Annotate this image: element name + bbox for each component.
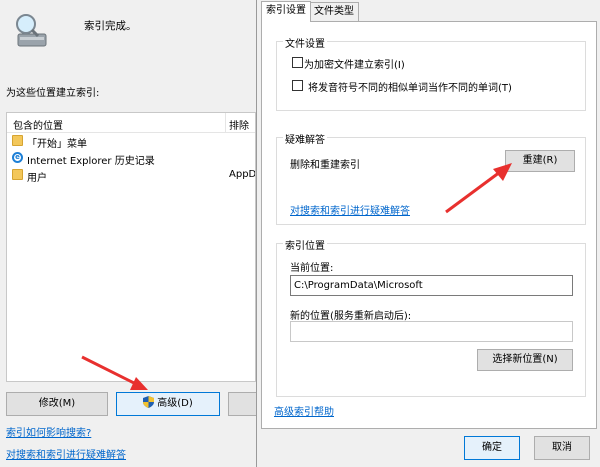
column-exclude-header[interactable]: 排除: [229, 117, 249, 132]
column-included-header[interactable]: 包含的位置: [13, 117, 63, 132]
index-location-title: 索引位置: [283, 237, 327, 252]
diacritics-checkbox-label[interactable]: 将发音符号不同的相似单词当作不同的单词(T): [308, 79, 512, 94]
select-new-location-button[interactable]: 选择新位置(N): [477, 349, 573, 371]
index-settings-panel: 文件设置 为加密文件建立索引(I) 将发音符号不同的相似单词当作不同的单词(T)…: [261, 21, 597, 429]
list-item-name: 用户: [27, 173, 47, 184]
tab-file-types[interactable]: 文件类型: [309, 2, 359, 21]
current-location-field[interactable]: C:\ProgramData\Microsoft: [290, 275, 573, 296]
column-separator[interactable]: [225, 113, 226, 133]
indexing-status-icon: [10, 10, 50, 50]
encrypt-checkbox[interactable]: [292, 57, 303, 68]
new-location-field[interactable]: [290, 321, 573, 342]
list-item-exclude: AppD: [229, 169, 256, 180]
list-item-name: 「开始」菜单: [27, 139, 87, 150]
cancel-button[interactable]: 取消: [534, 436, 590, 460]
uac-shield-icon: [143, 396, 155, 408]
list-item[interactable]: e Internet Explorer 历史记录: [7, 150, 255, 167]
file-settings-group: 文件设置 为加密文件建立索引(I) 将发音符号不同的相似单词当作不同的单词(T): [276, 35, 586, 111]
locations-label: 为这些位置建立索引:: [6, 88, 100, 99]
troubleshooting-title: 疑难解答: [283, 131, 327, 146]
indexing-options-window: 索引完成。 为这些位置建立索引: 包含的位置 排除 「开始」菜单 e Inter…: [0, 0, 268, 467]
internet-explorer-icon: e: [12, 152, 23, 163]
advanced-button[interactable]: 高级(D): [116, 392, 220, 416]
new-location-label: 新的位置(服务重新启动后):: [290, 311, 412, 322]
how-index-affects-search-link[interactable]: 索引如何影响搜索?: [6, 424, 91, 439]
troubleshoot-link[interactable]: 对搜索和索引进行疑难解答: [290, 202, 410, 217]
index-location-group: 索引位置 当前位置: C:\ProgramData\Microsoft 新的位置…: [276, 237, 586, 397]
list-item[interactable]: 「开始」菜单: [7, 133, 255, 150]
modify-button[interactable]: 修改(M): [6, 392, 108, 416]
file-settings-title: 文件设置: [283, 35, 327, 50]
list-item[interactable]: 用户 AppD: [7, 167, 255, 184]
folder-icon: [12, 135, 23, 146]
rebuild-text: 删除和重建索引: [290, 160, 360, 171]
advanced-index-help-link[interactable]: 高级索引帮助: [274, 403, 334, 418]
advanced-options-dialog: 索引设置 文件类型 文件设置 为加密文件建立索引(I) 将发音符号不同的相似单词…: [256, 0, 600, 467]
list-header: 包含的位置 排除: [7, 113, 255, 133]
rebuild-button[interactable]: 重建(R): [505, 150, 575, 172]
encrypt-checkbox-label[interactable]: 为加密文件建立索引(I): [304, 56, 405, 71]
troubleshoot-search-link[interactable]: 对搜索和索引进行疑难解答: [6, 446, 126, 461]
diacritics-checkbox[interactable]: [292, 80, 303, 91]
tab-index-settings[interactable]: 索引设置: [261, 1, 311, 22]
included-locations-list[interactable]: 包含的位置 排除 「开始」菜单 e Internet Explorer 历史记录…: [6, 112, 256, 382]
list-item-name: Internet Explorer 历史记录: [27, 156, 155, 167]
ok-button[interactable]: 确定: [464, 436, 520, 460]
troubleshooting-group: 疑难解答 删除和重建索引 重建(R) 对搜索和索引进行疑难解答: [276, 131, 586, 225]
index-status-text: 索引完成。: [84, 20, 137, 32]
folder-icon: [12, 169, 23, 180]
advanced-button-label: 高级(D): [157, 398, 193, 409]
current-location-label: 当前位置:: [290, 263, 334, 274]
